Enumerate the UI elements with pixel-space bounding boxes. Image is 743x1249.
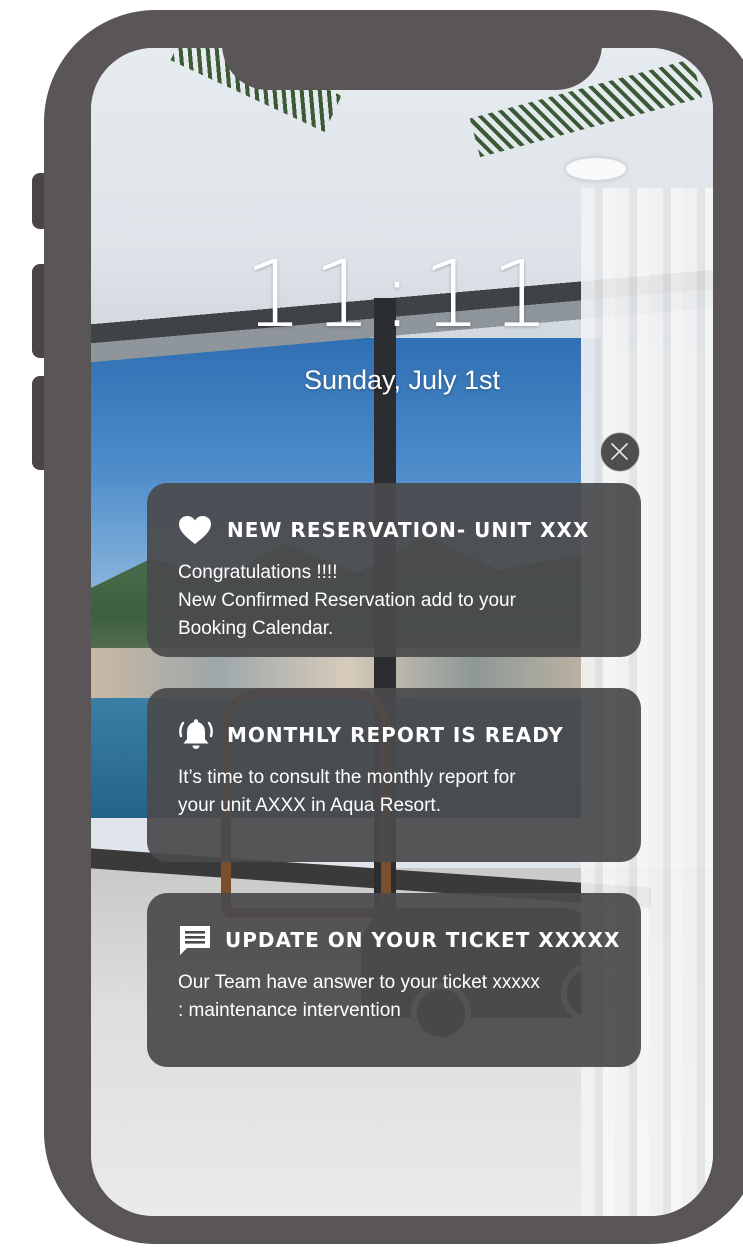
notification-message: It’s time to consult the monthly report …	[178, 764, 617, 820]
notification-message-line: Booking Calendar.	[178, 618, 334, 639]
notification-monthly-report[interactable]: MONTHLY REPORT IS READY It’s time to con…	[147, 688, 641, 862]
close-notifications-button[interactable]	[600, 432, 640, 472]
lock-screen-date: Sunday, July 1st	[303, 365, 501, 395]
notification-title: NEW RESERVATION- UNIT XXX	[227, 518, 590, 542]
notification-message: Our Team have answer to your ticket xxxx…	[178, 969, 617, 1025]
notification-message-line: It’s time to consult the monthly report …	[178, 767, 516, 788]
heart-icon	[178, 513, 214, 547]
bell-icon	[178, 718, 214, 752]
phone-notch	[222, 10, 602, 90]
message-icon	[178, 923, 212, 957]
notification-message-line: Congratulations !!!!	[178, 562, 338, 583]
notification-title: UPDATE ON YOUR TICKET XXXXX	[225, 928, 621, 952]
notification-message-line: your unit AXXX in Aqua Resort.	[178, 795, 441, 816]
notification-ticket-update[interactable]: UPDATE ON YOUR TICKET XXXXX Our Team hav…	[147, 893, 641, 1067]
notification-new-reservation[interactable]: NEW RESERVATION- UNIT XXX Congratulation…	[147, 483, 641, 657]
wallpaper-ceiling-light	[566, 158, 626, 180]
notification-title: MONTHLY REPORT IS READY	[227, 723, 564, 747]
close-icon	[610, 442, 629, 461]
notification-message-line: New Confirmed Reservation add to your	[178, 590, 516, 611]
lock-screen-time: 11:11	[244, 241, 560, 348]
notification-message-line: : maintenance intervention	[178, 1000, 401, 1021]
notification-message-line: Our Team have answer to your ticket xxxx…	[178, 972, 540, 993]
notification-message: Congratulations !!!! New Confirmed Reser…	[178, 559, 617, 643]
